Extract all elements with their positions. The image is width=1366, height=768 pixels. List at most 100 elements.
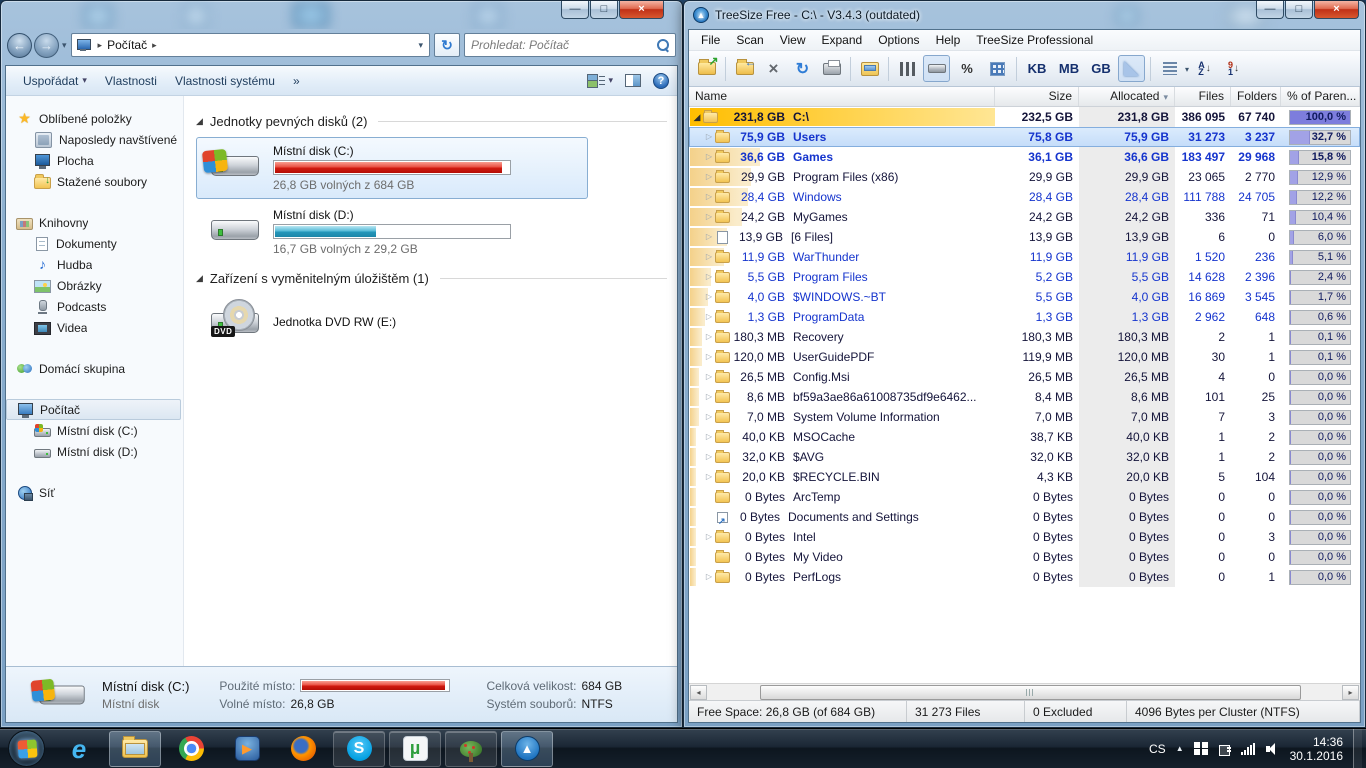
treesize-row-6-files[interactable]: ▷13,9 GB[6 Files]13,9 GB13,9 GB606,0 % — [689, 227, 1360, 247]
scroll-right-button[interactable]: ▸ — [1342, 685, 1359, 700]
print-button[interactable] — [818, 55, 845, 82]
sidebar-item-s[interactable]: Síť — [6, 482, 183, 503]
expand-icon[interactable]: ▷ — [703, 147, 715, 167]
treesize-row-mygames[interactable]: ▷24,2 GBMyGames24,2 GB24,2 GB3367110,4 % — [689, 207, 1360, 227]
taskbar-ie-button[interactable]: e — [53, 731, 105, 767]
menu-file[interactable]: File — [693, 30, 728, 50]
power-plug-icon[interactable] — [1218, 742, 1231, 755]
view-style-button[interactable]: ▾ — [1156, 55, 1183, 82]
treesize-row-my-video[interactable]: 0 BytesMy Video0 Bytes0 Bytes000,0 % — [689, 547, 1360, 567]
sidebar-item-sta-en-soubory[interactable]: Stažené soubory — [6, 171, 183, 192]
scroll-left-button[interactable]: ◂ — [690, 685, 707, 700]
rescan-parent-button[interactable] — [731, 55, 758, 82]
treesize-row-bf59a3ae86a61008735df9e6462[interactable]: ▷8,6 MBbf59a3ae86a61008735df9e6462...8,4… — [689, 387, 1360, 407]
expand-icon[interactable]: ▷ — [703, 167, 715, 187]
expand-icon[interactable]: ▷ — [703, 567, 715, 587]
expand-icon[interactable]: ▷ — [703, 127, 715, 147]
taskbar-chrome-button[interactable] — [165, 731, 217, 767]
start-button[interactable] — [8, 730, 45, 767]
treesize-row-perflogs[interactable]: ▷0 BytesPerfLogs0 Bytes0 Bytes010,0 % — [689, 567, 1360, 587]
command-vlastnosti-syst-mu[interactable]: Vlastnosti systému — [166, 70, 284, 92]
treesize-row-intel[interactable]: ▷0 BytesIntel0 Bytes0 Bytes030,0 % — [689, 527, 1360, 547]
treesize-row-games[interactable]: ▷36,6 GBGames36,1 GB36,6 GB183 49729 968… — [689, 147, 1360, 167]
drive-item-m-stn-disk-d[interactable]: Místní disk (D:)16,7 GB volných z 29,2 G… — [196, 201, 588, 263]
back-button[interactable]: ← — [7, 33, 32, 58]
size-bars-view-button[interactable] — [923, 55, 950, 82]
maximize-button[interactable]: □ — [1285, 1, 1313, 19]
taskbar-tree-button[interactable] — [445, 731, 497, 767]
sort-by-size-button[interactable]: 91 ↓ — [1220, 55, 1247, 82]
treesize-row-warthunder[interactable]: ▷11,9 GBWarThunder11,9 GB11,9 GB1 520236… — [689, 247, 1360, 267]
expand-icon[interactable]: ▷ — [703, 467, 715, 487]
treesize-row-program-files[interactable]: ▷5,5 GBProgram Files5,2 GB5,5 GB14 6282 … — [689, 267, 1360, 287]
volume-icon[interactable] — [1266, 743, 1280, 755]
taskbar-explorer-button[interactable] — [109, 731, 161, 767]
auto-units-button[interactable] — [1118, 55, 1145, 82]
group-collapse-icon[interactable]: ◢ — [196, 116, 203, 127]
treesize-row-programdata[interactable]: ▷1,3 GBProgramData1,3 GB1,3 GB2 9626480,… — [689, 307, 1360, 327]
show-hidden-icons-button[interactable]: ▲ — [1176, 744, 1184, 753]
sidebar-item-obl-ben-polo-ky[interactable]: ★Oblíbené položky — [6, 108, 183, 129]
address-bar[interactable]: ▸ Počítač ▸ ▾ — [71, 33, 430, 57]
sidebar-item-obr-zky[interactable]: Obrázky — [6, 275, 183, 296]
treesize-row-arctemp[interactable]: 0 BytesArcTemp0 Bytes0 Bytes000,0 % — [689, 487, 1360, 507]
help-button[interactable]: ? — [653, 73, 669, 89]
expand-icon[interactable]: ▷ — [703, 387, 715, 407]
expand-icon[interactable]: ▷ — [703, 447, 715, 467]
taskbar-wmp-button[interactable]: ▶ — [221, 731, 273, 767]
treesize-row-c[interactable]: ◢231,8 GBC:\232,5 GB231,8 GB386 09567 74… — [689, 107, 1360, 127]
taskbar-utorrent-button[interactable]: µ — [389, 731, 441, 767]
kb-units-button[interactable]: KB — [1022, 55, 1052, 82]
mb-units-button[interactable]: MB — [1054, 55, 1084, 82]
command-[interactable]: » — [284, 70, 309, 92]
expand-icon[interactable]: ▷ — [703, 307, 715, 327]
sidebar-item-podcasts[interactable]: Podcasts — [6, 296, 183, 317]
column-header-alloc[interactable]: Allocated▾ — [1079, 87, 1175, 106]
close-button[interactable]: × — [1314, 1, 1359, 19]
sidebar-item-m-stn-disk-d[interactable]: Místní disk (D:) — [6, 441, 183, 462]
expand-icon[interactable]: ▷ — [703, 367, 715, 387]
gb-units-button[interactable]: GB — [1086, 55, 1116, 82]
taskbar-treesize-button[interactable]: ▲ — [501, 731, 553, 767]
forward-button[interactable]: → — [34, 33, 59, 58]
sort-alphabetical-button[interactable]: AZ ↓ — [1191, 55, 1218, 82]
treesize-row-system-volume-information[interactable]: ▷7,0 MBSystem Volume Information7,0 MB7,… — [689, 407, 1360, 427]
expand-icon[interactable]: ▷ — [703, 427, 715, 447]
sidebar-item-plocha[interactable]: Plocha — [6, 150, 183, 171]
treesize-row-users[interactable]: ▷75,9 GBUsers75,8 GB75,9 GB31 2733 23732… — [689, 127, 1360, 147]
preview-pane-button[interactable] — [625, 74, 641, 87]
treesize-row-recycle-bin[interactable]: ▷20,0 KB$RECYCLE.BIN4,3 KB20,0 KB51040,0… — [689, 467, 1360, 487]
show-desktop-button[interactable] — [1353, 729, 1362, 768]
refresh-button[interactable]: ↻ — [434, 33, 460, 57]
refresh-button[interactable]: ↻ — [789, 55, 816, 82]
percent-view-button[interactable]: % — [952, 55, 982, 82]
nav-history-dropdown[interactable]: ▾ — [62, 40, 67, 51]
scrollbar-track[interactable] — [708, 685, 1341, 700]
sidebar-item-dokumenty[interactable]: Dokumenty — [6, 233, 183, 254]
treesize-row-windows[interactable]: ▷28,4 GBWindows28,4 GB28,4 GB111 78824 7… — [689, 187, 1360, 207]
search-input[interactable]: Prohledat: Počítač — [464, 33, 676, 57]
treesize-row-windows-bt[interactable]: ▷4,0 GB$WINDOWS.~BT5,5 GB4,0 GB16 8693 5… — [689, 287, 1360, 307]
column-header-size[interactable]: Size — [995, 87, 1079, 106]
address-dropdown[interactable]: ▾ — [412, 40, 429, 51]
get-windows10-icon[interactable] — [1194, 742, 1208, 755]
expand-icon[interactable]: ▷ — [703, 267, 715, 287]
expand-icon[interactable]: ▷ — [703, 527, 715, 547]
expand-icon[interactable]: ▷ — [703, 247, 715, 267]
delete-button[interactable]: × — [760, 55, 787, 82]
collapse-icon[interactable]: ◢ — [691, 107, 703, 127]
archive-bitmap-button[interactable] — [856, 55, 883, 82]
expand-icon[interactable]: ▷ — [703, 187, 715, 207]
drive-item-m-stn-disk-c[interactable]: Místní disk (C:)26,8 GB volných z 684 GB — [196, 137, 588, 199]
menu-scan[interactable]: Scan — [728, 30, 771, 50]
close-button[interactable]: × — [619, 1, 664, 19]
sidebar-item-videa[interactable]: Videa — [6, 317, 183, 338]
network-signal-icon[interactable] — [1241, 743, 1256, 755]
columns-view-button[interactable] — [894, 55, 921, 82]
sidebar-item-hudba[interactable]: ♪Hudba — [6, 254, 183, 275]
sidebar-item-m-stn-disk-c[interactable]: Místní disk (C:) — [6, 420, 183, 441]
menu-options[interactable]: Options — [870, 30, 927, 50]
taskbar-skype-button[interactable]: S — [333, 731, 385, 767]
sidebar-item-po-ta[interactable]: Počítač — [6, 399, 181, 420]
treesize-row-msocache[interactable]: ▷40,0 KBMSOCache38,7 KB40,0 KB120,0 % — [689, 427, 1360, 447]
